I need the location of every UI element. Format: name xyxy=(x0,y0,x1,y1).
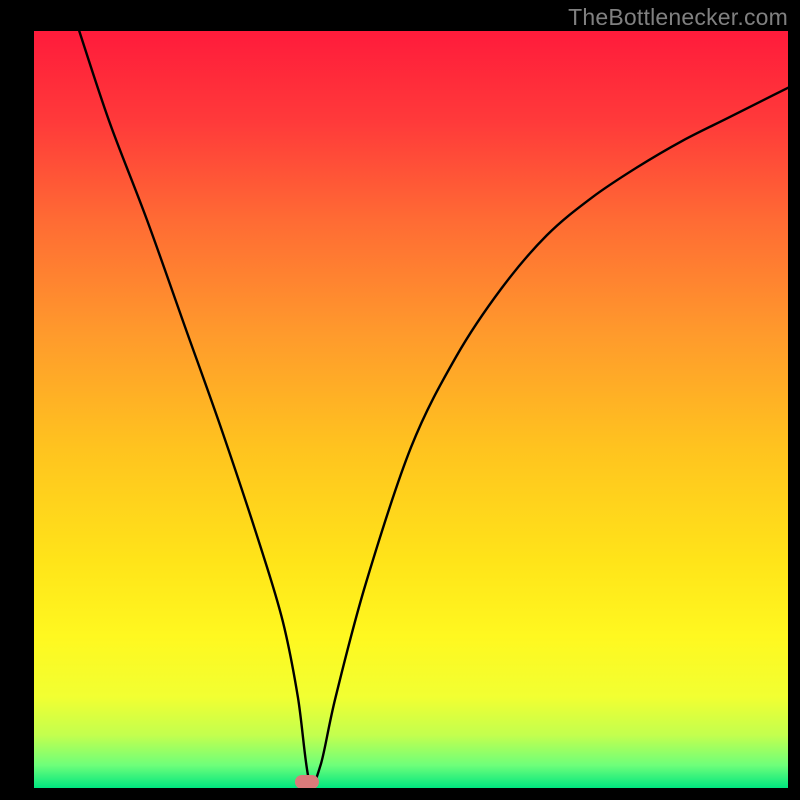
chart-frame: TheBottlenecker.com xyxy=(0,0,800,800)
curve-marker xyxy=(295,775,319,789)
bottleneck-chart xyxy=(0,0,800,800)
watermark-text: TheBottlenecker.com xyxy=(568,4,788,31)
